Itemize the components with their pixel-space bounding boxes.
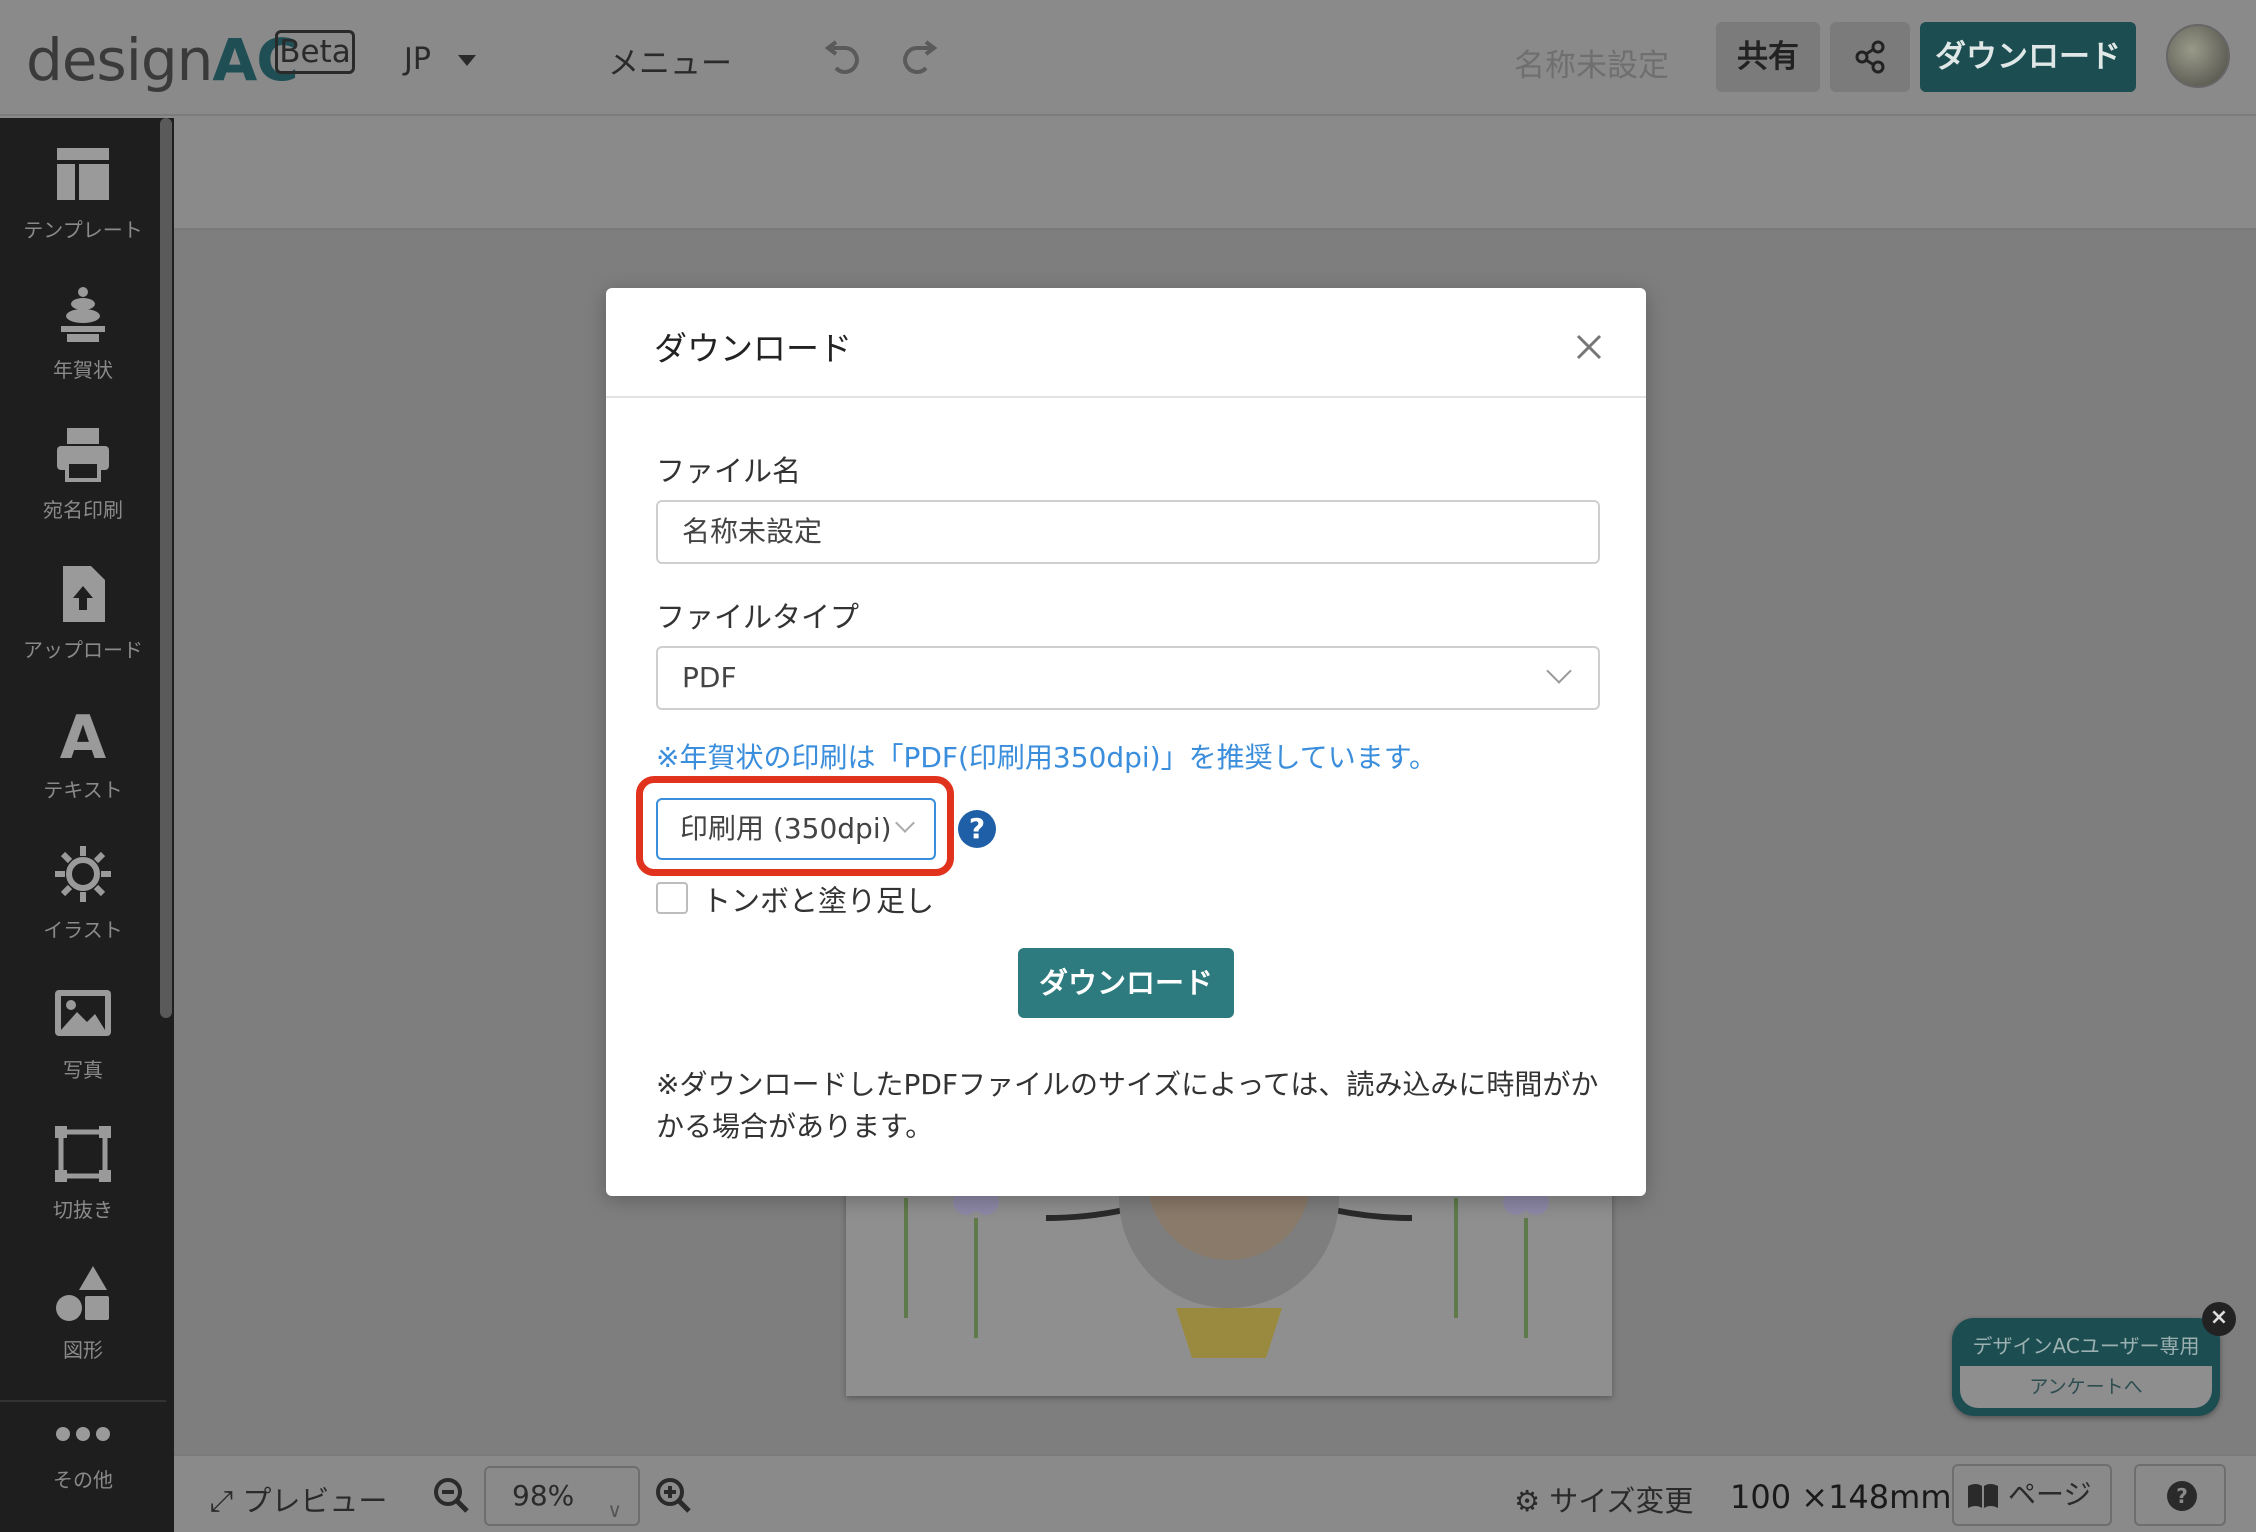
survey-button[interactable]: アンケートへ: [1960, 1366, 2212, 1408]
sidebar-item-label: 切抜き: [53, 1198, 113, 1222]
chevron-down-icon: [1546, 658, 1572, 684]
sidebar-item-photo[interactable]: 写真: [0, 968, 166, 1100]
printer-icon: [57, 428, 109, 482]
sidebar-item-more[interactable]: その他: [0, 1408, 166, 1528]
preview-button[interactable]: ⤢ プレビュー: [210, 1478, 387, 1520]
canvas-size-readout: 100 ×148mm: [1730, 1478, 1952, 1516]
document-name[interactable]: 名称未設定: [1514, 40, 1669, 85]
recommend-note: ※年賀状の印刷は「PDF(印刷用350dpi)」を推奨しています。: [656, 741, 1437, 774]
sidebar-item-text[interactable]: A テキスト: [0, 688, 166, 820]
share-button[interactable]: 共有: [1716, 22, 1820, 92]
top-bar: designAC Beta JP メニュー 名称未設定 共有 ダウンロード: [0, 0, 2256, 116]
sun-gear-icon: [55, 846, 111, 902]
language-selector[interactable]: JP: [404, 42, 431, 77]
survey-title: デザインACユーザー専用: [1972, 1334, 2200, 1358]
zoom-in-icon[interactable]: [654, 1476, 692, 1514]
sidebar-item-nengajo[interactable]: 年賀状: [0, 268, 166, 400]
sidebar-item-template[interactable]: テンプレート: [0, 128, 166, 260]
book-icon: [1968, 1484, 1998, 1508]
sidebar-item-label: 写真: [63, 1058, 103, 1082]
download-dialog: ダウンロード ファイル名 名称未設定 ファイルタイプ PDF ※年賀状の印刷は「…: [606, 288, 1646, 1196]
survey-widget: デザインACユーザー専用 アンケートへ: [1952, 1318, 2220, 1416]
chevron-down-icon: ∨: [607, 1498, 622, 1522]
undo-icon[interactable]: [822, 32, 866, 76]
sidebar-item-address-print[interactable]: 宛名印刷: [0, 408, 166, 540]
sidebar-item-label: テンプレート: [23, 218, 143, 242]
crop-marks-label[interactable]: トンボと塗り足し: [702, 878, 934, 920]
menu-button[interactable]: メニュー: [608, 38, 732, 83]
sidebar-item-label: アップロード: [23, 638, 143, 662]
sidebar-item-upload[interactable]: アップロード: [0, 548, 166, 680]
svg-text:A: A: [60, 703, 107, 766]
filetype-label: ファイルタイプ: [656, 600, 860, 634]
text-icon: A: [60, 703, 107, 766]
kagami-mochi-icon: [61, 287, 105, 342]
user-avatar[interactable]: [2166, 24, 2230, 88]
zoom-out-icon[interactable]: [432, 1476, 470, 1514]
resize-button[interactable]: ⚙ サイズ変更: [1514, 1478, 1693, 1520]
filename-input[interactable]: 名称未設定: [656, 500, 1600, 564]
photo-icon: [55, 990, 111, 1036]
filetype-select[interactable]: PDF: [656, 646, 1600, 710]
caret-down-icon[interactable]: [458, 55, 476, 66]
dialog-title: ダウンロード: [654, 329, 852, 368]
dialog-header: ダウンロード: [606, 288, 1646, 398]
sidebar: テンプレート 年賀状 宛名印刷 アップロード A テキスト イラスト 写真 切抜…: [0, 118, 174, 1532]
sidebar-item-shapes[interactable]: 図形: [0, 1248, 166, 1380]
help-icon[interactable]: ?: [958, 810, 996, 848]
canvas-toolbar: [174, 118, 2256, 230]
download-size-note: ※ダウンロードしたPDFファイルのサイズによっては、読み込みに時間がかかる場合が…: [656, 1068, 1599, 1143]
svg-text:?: ?: [2176, 1484, 2188, 1508]
crop-marks-checkbox[interactable]: [656, 882, 688, 914]
redo-icon[interactable]: [896, 32, 940, 76]
help-button[interactable]: ?: [2134, 1464, 2226, 1526]
filename-label: ファイル名: [656, 454, 802, 488]
sidebar-item-label: その他: [53, 1468, 113, 1492]
sidebar-divider: [0, 1400, 166, 1402]
close-icon[interactable]: [1572, 330, 1606, 364]
sidebar-item-label: 宛名印刷: [43, 498, 123, 522]
upload-file-icon: [63, 566, 105, 622]
download-button-header[interactable]: ダウンロード: [1920, 22, 2136, 92]
dpi-select[interactable]: 印刷用 (350dpi): [656, 798, 936, 860]
question-icon: ?: [2167, 1481, 2197, 1511]
sidebar-item-label: テキスト: [43, 778, 123, 802]
sidebar-item-label: 年賀状: [53, 358, 113, 382]
survey-close-icon[interactable]: ×: [2202, 1302, 2236, 1336]
shapes-icon: [56, 1266, 109, 1321]
more-dots-icon: [56, 1427, 110, 1441]
gear-icon: ⚙: [1514, 1484, 1550, 1518]
chevron-down-icon: [895, 813, 915, 833]
sidebar-item-label: イラスト: [43, 918, 123, 942]
bottom-bar: ⤢ プレビュー 98% ∨ ⚙ サイズ変更 100 ×148mm ページ ?: [174, 1454, 2256, 1532]
page-button[interactable]: ページ: [1952, 1464, 2112, 1526]
crop-icon: [55, 1126, 111, 1182]
sidebar-item-illust[interactable]: イラスト: [0, 828, 166, 960]
beta-badge: Beta: [275, 30, 355, 74]
share-icon: [1855, 40, 1885, 74]
share-link-button[interactable]: [1830, 22, 1910, 92]
download-button[interactable]: ダウンロード: [1018, 948, 1234, 1018]
template-icon: [57, 148, 109, 200]
zoom-select[interactable]: 98% ∨: [484, 1466, 640, 1526]
sidebar-item-crop[interactable]: 切抜き: [0, 1108, 166, 1240]
sidebar-item-label: 図形: [63, 1338, 103, 1362]
expand-icon: ⤢: [210, 1484, 243, 1518]
app-logo[interactable]: designAC: [26, 26, 299, 94]
